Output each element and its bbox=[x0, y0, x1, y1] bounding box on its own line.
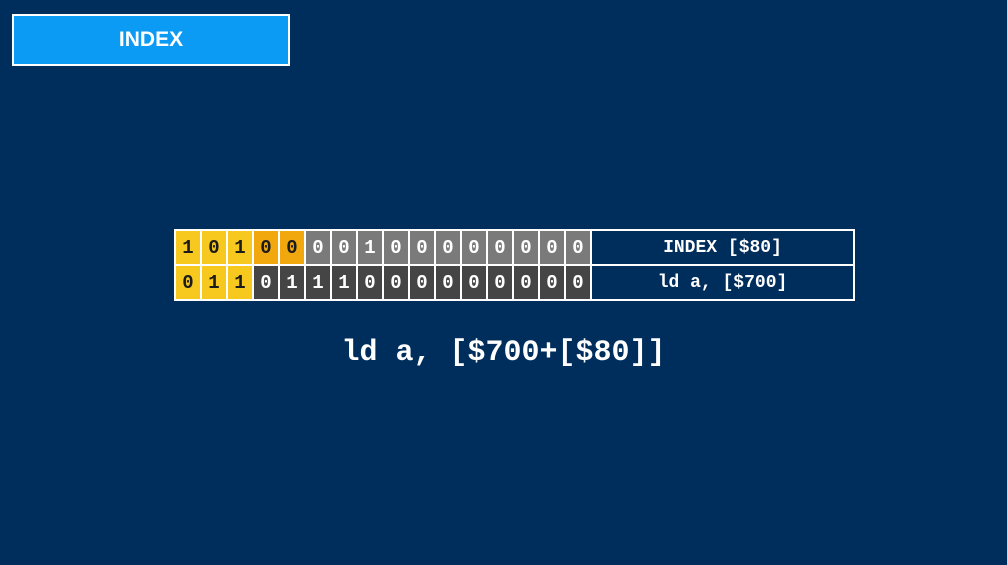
title-label: INDEX bbox=[118, 28, 184, 51]
bit-cell: 0 bbox=[384, 231, 408, 264]
bit-cell: 0 bbox=[462, 231, 486, 264]
bit-cell: 0 bbox=[462, 266, 486, 299]
bit-cell: 1 bbox=[332, 266, 356, 299]
bit-cell: 0 bbox=[332, 231, 356, 264]
bit-cell: 0 bbox=[176, 266, 200, 299]
bit-cell: 0 bbox=[384, 266, 408, 299]
bit-cell: 0 bbox=[488, 231, 512, 264]
bit-cell: 0 bbox=[280, 231, 304, 264]
bit-cell: 1 bbox=[228, 231, 252, 264]
bit-row: 0 1 1 0 1 1 1 0 0 0 0 0 0 0 0 0 ld a, [$700] bbox=[176, 266, 853, 299]
bit-cell: 0 bbox=[540, 231, 564, 264]
bit-cell: 0 bbox=[540, 266, 564, 299]
bit-cell: 0 bbox=[514, 266, 538, 299]
bit-row: 1 0 1 0 0 0 0 1 0 0 0 0 0 0 0 0 INDEX [$80] bbox=[176, 231, 853, 264]
bit-cell: 0 bbox=[566, 231, 590, 264]
bit-cell: 0 bbox=[566, 266, 590, 299]
bit-cell: 1 bbox=[228, 266, 252, 299]
bit-cell: 0 bbox=[436, 266, 460, 299]
bit-cell: 1 bbox=[202, 266, 226, 299]
bit-cell: 0 bbox=[306, 231, 330, 264]
title-box: INDEX bbox=[12, 14, 290, 66]
bit-cell: 0 bbox=[254, 266, 278, 299]
bit-cell: 0 bbox=[410, 231, 434, 264]
bit-cell: 1 bbox=[176, 231, 200, 264]
bit-cell: 1 bbox=[306, 266, 330, 299]
bit-cell: 0 bbox=[358, 266, 382, 299]
bit-cell: 0 bbox=[410, 266, 434, 299]
bit-grid: 1 0 1 0 0 0 0 1 0 0 0 0 0 0 0 0 INDEX [$80] 0 1 1 0 1 1 1 0 0 0 0 0 0… bbox=[174, 229, 855, 301]
bit-cell: 0 bbox=[514, 231, 538, 264]
bit-cell: 1 bbox=[280, 266, 304, 299]
bit-cell: 1 bbox=[358, 231, 382, 264]
instruction-expression: ld a, [$700+[$80]] bbox=[341, 336, 666, 370]
bit-cell: 0 bbox=[488, 266, 512, 299]
bit-cell: 0 bbox=[436, 231, 460, 264]
row-label: INDEX [$80] bbox=[592, 231, 853, 264]
row-label: ld a, [$700] bbox=[592, 266, 853, 299]
bit-cell: 0 bbox=[202, 231, 226, 264]
bit-cell: 0 bbox=[254, 231, 278, 264]
